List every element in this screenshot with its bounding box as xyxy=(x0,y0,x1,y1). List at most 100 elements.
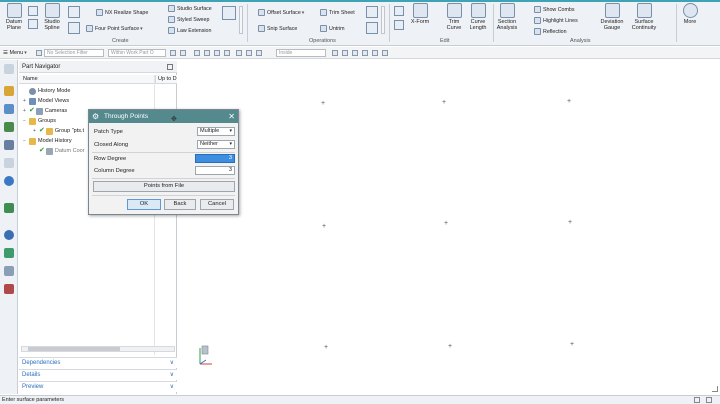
process-studio-icon[interactable] xyxy=(4,248,14,258)
collapse-icon[interactable]: − xyxy=(23,136,28,146)
tree-item-groups[interactable]: − Groups xyxy=(23,116,56,126)
x-form-button[interactable]: X-Form xyxy=(408,3,432,25)
reuse-library-icon[interactable] xyxy=(4,140,14,150)
status-layout-icon[interactable] xyxy=(706,397,712,403)
snap-mid-icon[interactable] xyxy=(214,50,220,56)
dialog-title-bar[interactable]: ⚙ Through Points ✕ xyxy=(89,110,238,123)
show-combs-button[interactable]: Show Combs xyxy=(534,6,575,13)
tree-item-group-pts[interactable]: + ✔ Group "pts.t xyxy=(33,126,84,136)
curve-tool-icon[interactable] xyxy=(28,6,38,16)
snap-point-icon[interactable] xyxy=(194,50,200,56)
point-marker[interactable]: + xyxy=(322,223,326,230)
snap-tangent-icon[interactable] xyxy=(236,50,242,56)
snap-end-icon[interactable] xyxy=(204,50,210,56)
graphics-window[interactable]: + + + + + + + + + xyxy=(178,60,720,394)
maximize-icon[interactable] xyxy=(167,64,173,70)
nx-realize-shape-button[interactable]: NX Realize Shape xyxy=(96,9,148,16)
edit-degree-icon[interactable] xyxy=(394,20,404,30)
collapse-icon[interactable]: − xyxy=(23,116,28,126)
surface-patch-icon[interactable] xyxy=(68,22,80,34)
offset-surface-button[interactable]: Offset Surface ▾ xyxy=(258,9,304,16)
column-name[interactable]: Name xyxy=(23,75,38,84)
snap-mode-dropdown[interactable]: Inside xyxy=(276,49,326,57)
sew-icon[interactable] xyxy=(366,6,378,18)
web-browser-icon[interactable] xyxy=(4,176,14,186)
selection-scope-dropdown[interactable]: Within Work Part O xyxy=(108,49,166,57)
bounded-grid-icon[interactable] xyxy=(382,50,388,56)
ok-button[interactable]: OK xyxy=(127,199,161,210)
column-up-to-date[interactable]: Up to D xyxy=(155,75,177,84)
resize-grip-icon[interactable] xyxy=(712,386,718,392)
close-icon[interactable]: ✕ xyxy=(228,110,235,123)
selection-filter-dropdown[interactable]: No Selection Filter xyxy=(44,49,104,57)
menu-button[interactable]: ☰ Menu▾ xyxy=(3,49,27,57)
cancel-button[interactable]: Cancel xyxy=(200,199,234,210)
snap-center-icon[interactable] xyxy=(224,50,230,56)
clock-icon[interactable] xyxy=(4,230,14,240)
tree-item-history-mode[interactable]: History Mode xyxy=(23,86,70,96)
point-marker[interactable]: + xyxy=(321,100,325,107)
patch-type-select[interactable]: Multiple ▾ xyxy=(197,127,235,136)
tree-item-cameras[interactable]: + ✔ Cameras xyxy=(23,106,67,116)
horizontal-scrollbar[interactable] xyxy=(21,346,175,352)
surface-continuity-button[interactable]: Surface Continuity xyxy=(628,3,660,31)
assembly-navigator-icon[interactable] xyxy=(4,86,14,96)
deselect-icon[interactable] xyxy=(180,50,186,56)
curve-length-button[interactable]: Curve Length xyxy=(466,3,490,31)
four-point-surface-button[interactable]: Four Point Surface ▾ xyxy=(86,25,143,32)
roles-icon[interactable] xyxy=(4,266,14,276)
intersection-icon[interactable] xyxy=(332,50,338,56)
scrollbar-thumb[interactable] xyxy=(28,347,120,351)
expand-icon[interactable]: + xyxy=(23,106,28,116)
point-marker[interactable]: + xyxy=(567,98,571,105)
expand-icon[interactable]: + xyxy=(23,96,28,106)
tree-item-datum-coordinate-system[interactable]: ✔ Datum Coor xyxy=(33,146,85,156)
hd3d-tools-icon[interactable] xyxy=(4,158,14,168)
point-on-surface-icon[interactable] xyxy=(372,50,378,56)
more-operations-gallery[interactable] xyxy=(381,6,385,34)
more-button[interactable]: More xyxy=(680,3,700,25)
closed-along-select[interactable]: Neither ▾ xyxy=(197,140,235,149)
snap-control-icon[interactable] xyxy=(246,50,252,56)
quadrant-icon[interactable] xyxy=(342,50,348,56)
details-panel[interactable]: Details ∨ xyxy=(19,369,177,380)
checkmark-icon[interactable]: ✔ xyxy=(39,146,45,156)
expand-icon[interactable]: + xyxy=(33,126,38,136)
status-window-icon[interactable] xyxy=(694,397,700,403)
point-on-curve-icon[interactable] xyxy=(362,50,368,56)
highlight-lines-button[interactable]: Highlight Lines xyxy=(534,17,578,24)
constraint-navigator-icon[interactable] xyxy=(4,104,14,114)
history-icon[interactable] xyxy=(4,203,14,213)
point-marker[interactable]: + xyxy=(444,220,448,227)
point-tool-icon[interactable] xyxy=(28,19,38,29)
system-scene-icon[interactable] xyxy=(4,284,14,294)
points-from-file-button[interactable]: Points from File xyxy=(93,181,235,192)
datum-plane-button[interactable]: Datum Plane xyxy=(3,3,25,31)
select-all-icon[interactable] xyxy=(170,50,176,56)
more-create-gallery[interactable] xyxy=(239,6,243,34)
patch-icon[interactable] xyxy=(366,22,378,34)
cube-icon[interactable] xyxy=(222,6,236,20)
snip-surface-button[interactable]: Snip Surface xyxy=(258,25,297,32)
studio-surface-button[interactable]: Studio Surface xyxy=(168,5,212,12)
section-analysis-button[interactable]: Section Analysis xyxy=(494,3,520,31)
row-degree-input[interactable]: 3 xyxy=(195,154,235,163)
point-marker[interactable]: + xyxy=(568,219,572,226)
deviation-gauge-button[interactable]: Deviation Gauge xyxy=(598,3,626,31)
tree-item-model-views[interactable]: + Model Views xyxy=(23,96,69,106)
settings-icon[interactable] xyxy=(4,64,14,74)
checkmark-icon[interactable]: ✔ xyxy=(29,106,35,116)
law-extension-button[interactable]: Law Extension xyxy=(168,27,211,34)
trim-curve-button[interactable]: Trim Curve xyxy=(442,3,466,31)
column-degree-input[interactable]: 3 xyxy=(195,166,235,175)
point-marker[interactable]: + xyxy=(442,99,446,106)
point-marker[interactable]: + xyxy=(570,341,574,348)
part-navigator-icon[interactable] xyxy=(4,122,14,132)
styled-sweep-button[interactable]: Styled Sweep xyxy=(168,16,209,23)
snap-grid-icon[interactable] xyxy=(256,50,262,56)
point-marker[interactable]: + xyxy=(324,344,328,351)
preview-panel[interactable]: Preview ∨ xyxy=(19,381,177,392)
dependencies-panel[interactable]: Dependencies ∨ xyxy=(19,357,177,368)
back-button[interactable]: Back xyxy=(164,199,196,210)
reflection-button[interactable]: Reflection xyxy=(534,28,567,35)
